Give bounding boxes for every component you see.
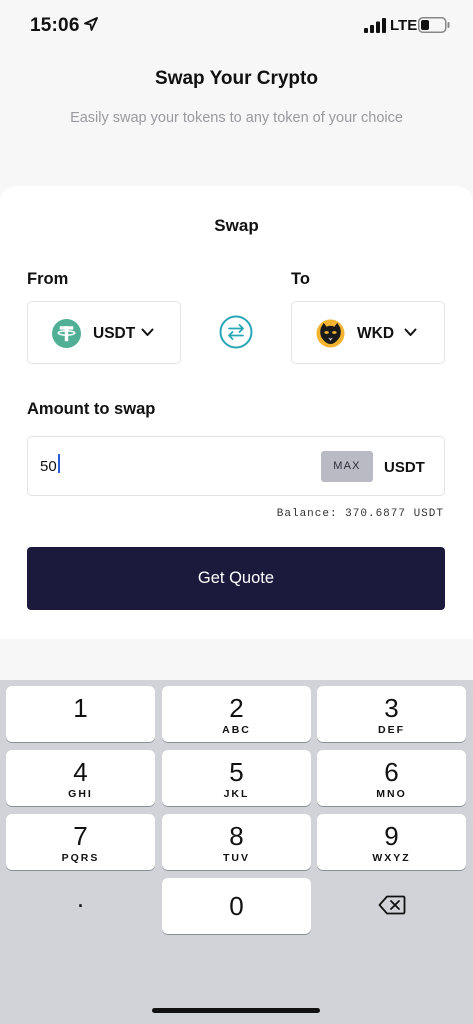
key-letters: ABC (222, 724, 251, 736)
key-digit: 3 (384, 693, 399, 723)
from-token-name: USDT (93, 325, 136, 342)
get-quote-button[interactable]: Get Quote (27, 547, 445, 610)
key-digit: 7 (73, 821, 88, 851)
key-letters: WXYZ (372, 852, 411, 864)
key-8[interactable]: 8 TUV (162, 814, 311, 870)
key-digit: 0 (229, 891, 244, 921)
key-1[interactable]: 1 (6, 686, 155, 742)
card-title: Swap (214, 216, 259, 235)
to-token-name: WKD (357, 325, 395, 342)
location-arrow-icon (84, 17, 98, 31)
wakanda-panther-icon (316, 319, 345, 348)
from-label: From (27, 270, 69, 288)
page-subtitle: Easily swap your tokens to any token of … (70, 110, 403, 126)
backspace-icon (378, 895, 406, 915)
key-digit: 4 (73, 757, 88, 787)
chevron-down-icon (404, 328, 417, 336)
swap-arrows-icon[interactable] (219, 315, 253, 349)
page-title: Swap Your Crypto (155, 68, 318, 89)
key-letters: TUV (223, 852, 250, 864)
from-token-select[interactable]: USDT (27, 301, 181, 364)
key-digit: 5 (229, 757, 244, 787)
balance-text: Balance: 370.6877 USDT (276, 508, 444, 520)
key-6[interactable]: 6 MNO (317, 750, 466, 806)
key-letters: PQRS (61, 852, 100, 864)
chevron-down-icon (141, 328, 154, 336)
key-9[interactable]: 9 WXYZ (317, 814, 466, 870)
key-4[interactable]: 4 GHI (6, 750, 155, 806)
tether-icon (52, 319, 81, 348)
backspace-key[interactable] (317, 878, 466, 934)
key-letters: JKL (223, 788, 250, 800)
signal-icon (364, 18, 386, 33)
key-letters: MNO (376, 788, 407, 800)
key-decimal[interactable]: . (6, 878, 155, 934)
amount-input[interactable] (40, 453, 300, 479)
key-0[interactable]: 0 (162, 878, 311, 934)
to-token-select[interactable]: WKD (291, 301, 445, 364)
amount-field: MAX USDT (27, 436, 445, 496)
key-letters: DEF (378, 724, 405, 736)
home-indicator[interactable] (152, 1008, 320, 1013)
key-letters: GHI (68, 788, 93, 800)
key-digit: 6 (384, 757, 399, 787)
to-label: To (291, 270, 310, 288)
key-2[interactable]: 2 ABC (162, 686, 311, 742)
key-digit: 1 (73, 693, 88, 723)
network-type: LTE (390, 17, 418, 34)
key-digit: 8 (229, 821, 244, 851)
key-5[interactable]: 5 JKL (162, 750, 311, 806)
text-cursor (58, 454, 60, 473)
max-button[interactable]: MAX (321, 451, 373, 482)
swap-card: Swap From To USDT WKD Amount to swap 50 … (0, 186, 473, 639)
numeric-keypad: 1 2 ABC 3 DEF 4 GHI 5 JKL 6 MNO 7 PQRS 8… (0, 680, 473, 1024)
key-3[interactable]: 3 DEF (317, 686, 466, 742)
amount-unit: USDT (384, 459, 425, 476)
status-time: 15:06 (30, 15, 80, 36)
amount-label: Amount to swap (27, 400, 156, 418)
status-bar: 15:06 LTE (0, 0, 473, 52)
key-7[interactable]: 7 PQRS (6, 814, 155, 870)
key-digit: 2 (229, 693, 244, 723)
battery-icon (418, 17, 450, 33)
key-digit: 9 (384, 821, 399, 851)
